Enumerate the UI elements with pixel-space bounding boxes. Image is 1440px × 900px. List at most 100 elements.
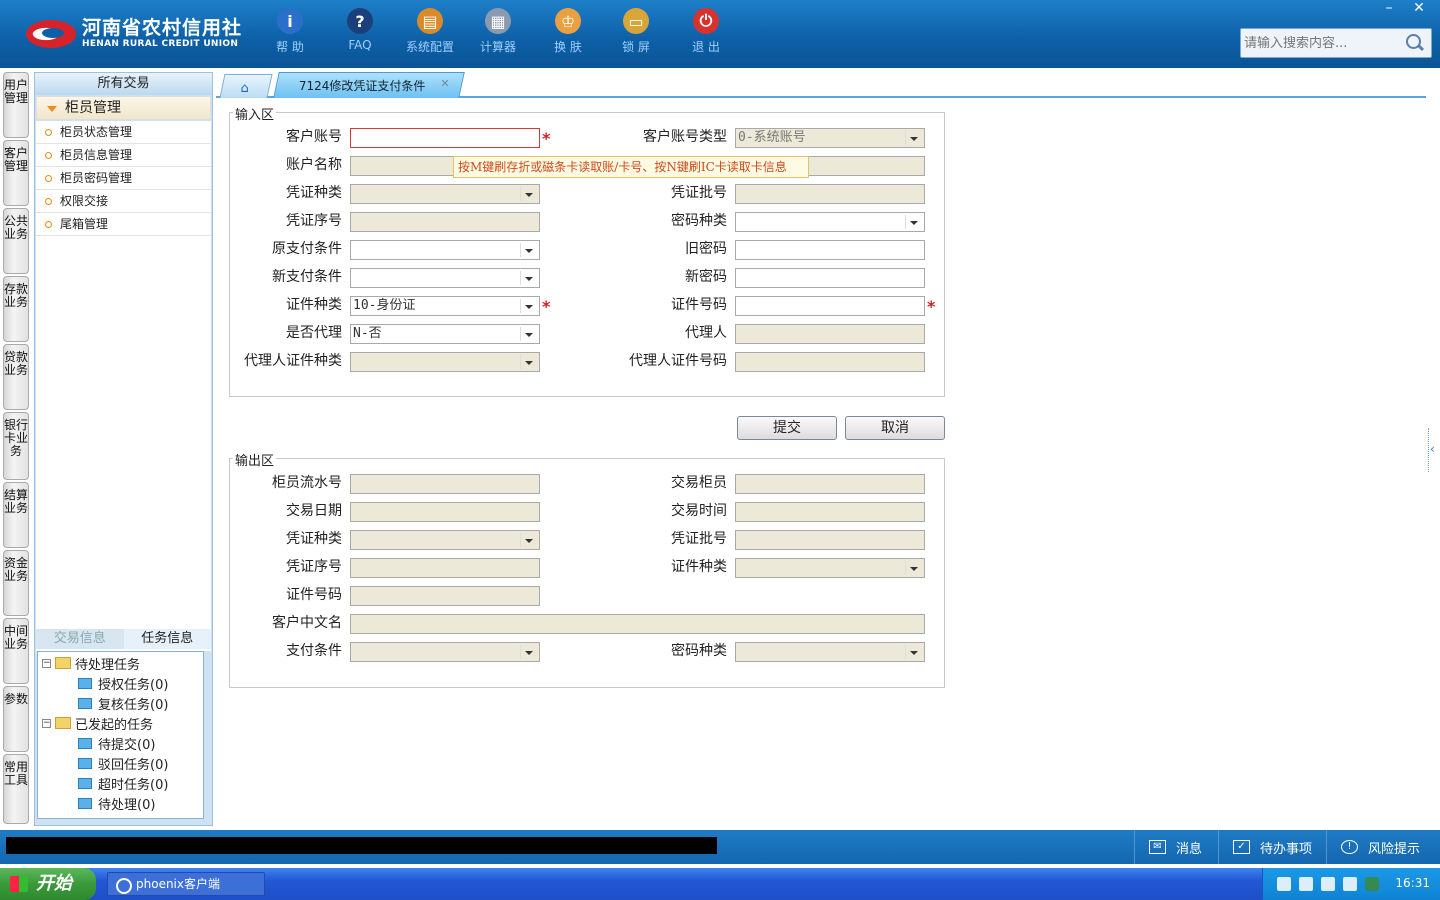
- module-tab-5[interactable]: 银行卡业务: [3, 412, 29, 480]
- menu-item[interactable]: 权限交接: [36, 190, 211, 213]
- collapse-icon[interactable]: −: [42, 718, 51, 728]
- out-id-number-field: [350, 586, 540, 606]
- module-tab-2[interactable]: 公共业务: [3, 208, 29, 274]
- question-tool-button[interactable]: ? FAQ: [332, 8, 388, 52]
- out-pwd-type-select: [735, 642, 925, 662]
- collapse-icon[interactable]: −: [42, 658, 51, 668]
- top-bar: 河南省农村信用社 HENAN RURAL CREDIT UNION i 帮 助? F…: [0, 0, 1440, 68]
- tshirt-tool-button[interactable]: ♔ 换 肤: [540, 8, 596, 55]
- search-icon[interactable]: [1404, 32, 1426, 54]
- task-icon: [78, 777, 92, 789]
- account-number-input[interactable]: [350, 128, 540, 148]
- taskbar-app-phoenix[interactable]: phoenix客户端: [107, 872, 265, 896]
- account-type-select[interactable]: 0-系统账号: [735, 128, 925, 148]
- power-tool-button[interactable]: ⏻ 退 出: [678, 8, 734, 55]
- is-agent-select[interactable]: N-否: [350, 324, 540, 344]
- tab-close-icon[interactable]: ✕: [440, 77, 449, 90]
- risk-alert-label: 风险提示: [1368, 841, 1421, 857]
- cancel-button[interactable]: 取消: [845, 416, 945, 440]
- menu-item[interactable]: 尾箱管理: [36, 213, 211, 236]
- info-tool-button[interactable]: i 帮 助: [262, 8, 318, 55]
- all-transactions-header[interactable]: 所有交易: [35, 73, 212, 95]
- risk-alert-button[interactable]: ! 风险提示: [1326, 830, 1440, 864]
- out-voucher-batch-field: [735, 530, 925, 550]
- start-button[interactable]: 开始: [0, 868, 96, 900]
- folder-icon: [55, 657, 71, 669]
- todo-button[interactable]: ✓ 待办事项: [1218, 830, 1322, 864]
- tool-label: 退 出: [692, 40, 720, 54]
- network-icon[interactable]: [1321, 877, 1335, 891]
- label-agent-id-no: 代理人证件号码: [629, 353, 727, 369]
- old-password-input[interactable]: [735, 240, 925, 260]
- module-tab-8[interactable]: 中间业务: [3, 618, 29, 684]
- minimize-button[interactable]: –: [1374, 0, 1404, 18]
- tree-label: 驳回任务(0): [98, 757, 169, 773]
- menu-item[interactable]: 柜员状态管理: [36, 121, 211, 144]
- label-out-id-no: 证件号码: [286, 587, 342, 603]
- toolbox-tool-button[interactable]: ▤ 系统配置: [402, 8, 458, 55]
- menu-item[interactable]: 柜员信息管理: [36, 144, 211, 167]
- task-icon: [78, 697, 92, 709]
- home-icon: ⌂: [240, 81, 249, 96]
- toolbox-icon: ▤: [417, 8, 443, 34]
- tree-folder[interactable]: − 待处理任务: [42, 654, 140, 673]
- collapse-handle[interactable]: ‹: [1428, 428, 1438, 472]
- calculator-tool-button[interactable]: ▦ 计算器: [470, 8, 526, 55]
- todo-label: 待办事项: [1260, 841, 1313, 857]
- chevron-left-icon: ‹: [1430, 442, 1435, 456]
- keyboard-icon[interactable]: [1277, 877, 1291, 891]
- new-pay-condition-select[interactable]: [350, 268, 540, 288]
- tree-item[interactable]: 待提交(0): [78, 734, 155, 753]
- module-tab-7[interactable]: 资金业务: [3, 550, 29, 616]
- label-acct: 客户账号: [286, 129, 342, 145]
- help-icon[interactable]: [1299, 877, 1313, 891]
- tab-task-info[interactable]: 任务信息: [123, 629, 211, 649]
- id-type-select[interactable]: 10-身份证: [350, 296, 540, 316]
- lock-tool-button[interactable]: ▭ 锁 屏: [608, 8, 664, 55]
- menu-list: 柜员状态管理 柜员信息管理 柜员密码管理 权限交接 尾箱管理: [36, 121, 211, 651]
- module-tab-9[interactable]: 参数: [3, 686, 29, 752]
- tree-item[interactable]: 驳回任务(0): [78, 754, 169, 773]
- tree-item[interactable]: 超时任务(0): [78, 774, 168, 793]
- pwd-type-select[interactable]: [735, 212, 925, 232]
- tree-item[interactable]: 复核任务(0): [78, 694, 169, 713]
- info-icon: i: [277, 8, 303, 34]
- module-tab-10[interactable]: 常用工具: [3, 754, 29, 824]
- menu-section-label: 柜员管理: [65, 100, 121, 116]
- messages-button[interactable]: ✉ 消息: [1134, 830, 1214, 864]
- tree-item[interactable]: 待处理(0): [78, 794, 155, 813]
- volume-icon[interactable]: [1343, 877, 1357, 891]
- tree-label: 复核任务(0): [98, 697, 169, 713]
- tool-label: 换 肤: [554, 40, 582, 54]
- tab-7124[interactable]: 7124修改凭证支付条件 ✕: [273, 72, 465, 98]
- submit-button[interactable]: 提交: [737, 416, 837, 440]
- tool-label: 系统配置: [405, 40, 454, 54]
- module-tabs: 用户管理 客户管理 公共业务 存款业务 贷款业务 银行卡业务 结算业务 资金业务 中间业务 参数常…: [0, 68, 32, 828]
- search-input[interactable]: [1244, 35, 1404, 51]
- out-pay-condition-select: [350, 642, 540, 662]
- tree-label: 已发起的任务: [75, 717, 154, 733]
- label-voucher-type: 凭证种类: [286, 185, 342, 201]
- module-tab-4[interactable]: 贷款业务: [3, 344, 29, 410]
- old-pay-condition-select[interactable]: [350, 240, 540, 260]
- voucher-type-select[interactable]: [350, 184, 540, 204]
- tree-item[interactable]: 授权任务(0): [78, 674, 168, 693]
- tree-folder[interactable]: − 已发起的任务: [42, 714, 154, 733]
- module-tab-0[interactable]: 用户管理: [3, 72, 29, 138]
- close-button[interactable]: ✕: [1404, 0, 1434, 18]
- tab-label: 7124修改凭证支付条件: [298, 79, 426, 93]
- label-new-cond: 新支付条件: [272, 269, 342, 285]
- menu-item[interactable]: 柜员密码管理: [36, 167, 211, 190]
- tab-home[interactable]: ⌂: [219, 74, 273, 98]
- label-is-agent: 是否代理: [286, 325, 342, 341]
- menu-section-teller[interactable]: 柜员管理: [36, 96, 211, 120]
- vc-icon[interactable]: [1365, 877, 1379, 891]
- new-password-input[interactable]: [735, 268, 925, 288]
- module-tab-1[interactable]: 客户管理: [3, 140, 29, 206]
- tab-transaction-info[interactable]: 交易信息: [36, 629, 124, 649]
- task-icon: [78, 797, 92, 809]
- module-tab-6[interactable]: 结算业务: [3, 482, 29, 548]
- id-number-input[interactable]: [735, 296, 925, 316]
- module-tab-3[interactable]: 存款业务: [3, 276, 29, 342]
- expand-arrow-icon: [47, 106, 57, 112]
